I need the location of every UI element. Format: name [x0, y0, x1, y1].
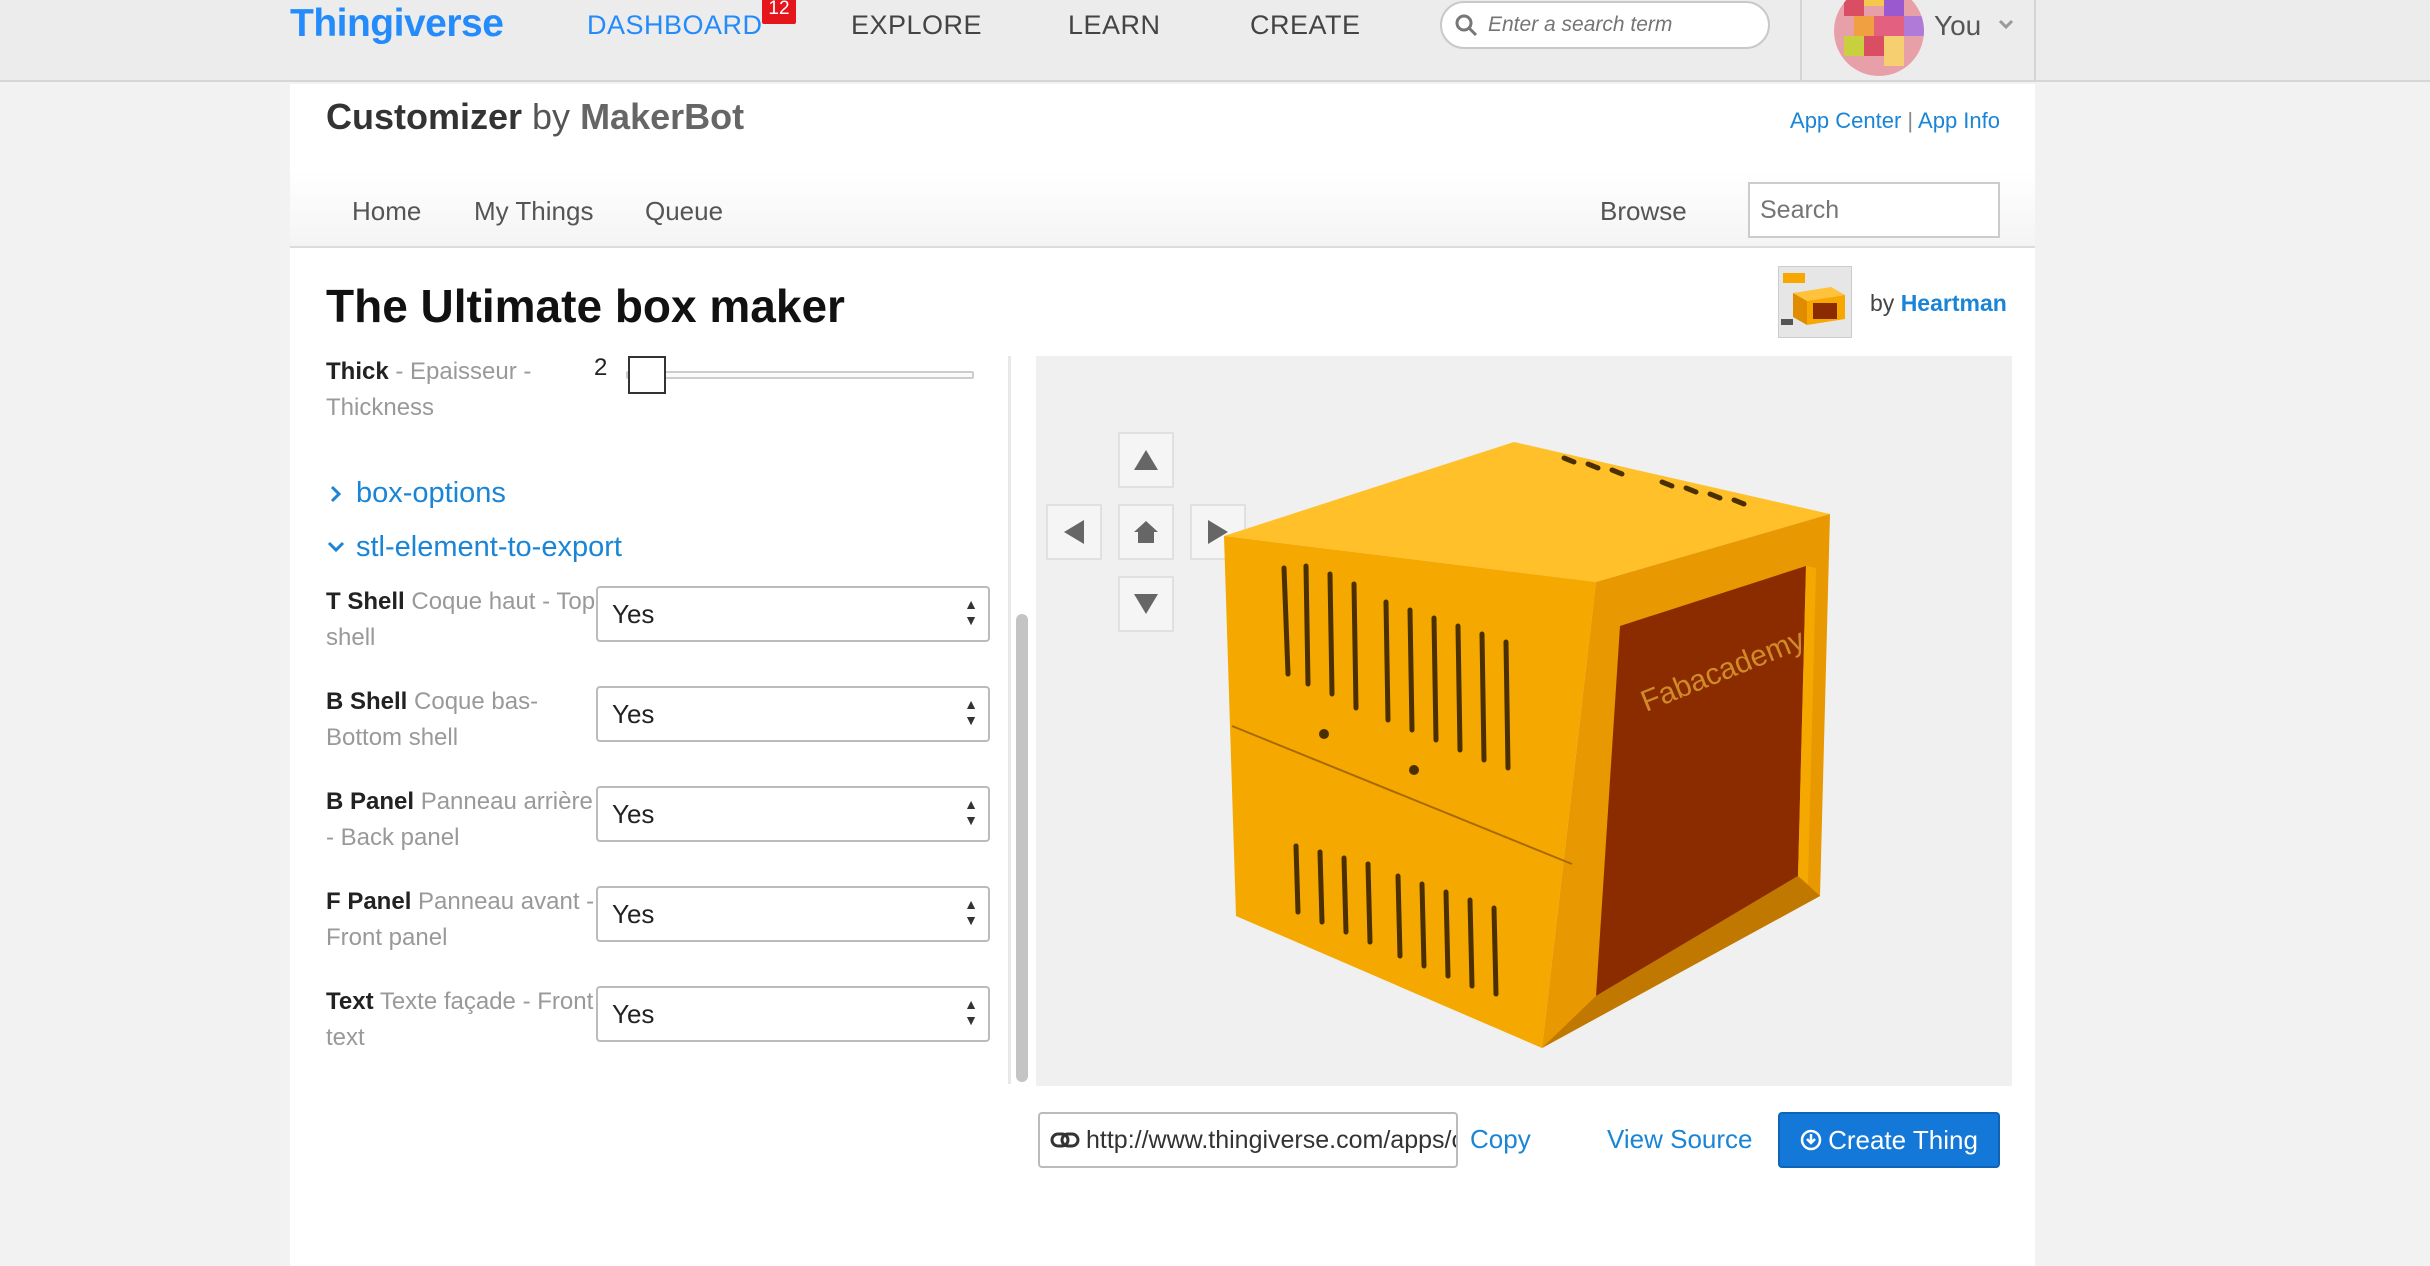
top-navbar: Thingiverse DASHBOARD 12 EXPLORE LEARN C… [0, 0, 2430, 82]
app-title: Customizer by MakerBot [326, 96, 744, 138]
section-box-options-label: box-options [356, 477, 506, 509]
param-name: F Panel [326, 888, 412, 915]
thing-author: by Heartman [1870, 290, 2007, 317]
app-center-link[interactable]: App Center [1790, 108, 1901, 133]
select-arrows-icon: ▲ ▼ [964, 996, 978, 1028]
subnav-queue[interactable]: Queue [645, 196, 723, 227]
param-b-panel-label: B Panel Panneau arrière - Back panel [326, 784, 596, 856]
thing-title: The Ultimate box maker [326, 280, 845, 332]
thick-slider-handle[interactable] [628, 356, 666, 394]
select-value: Yes [612, 699, 655, 729]
param-thick-label: Thick - Epaisseur - Thickness [326, 354, 596, 426]
app-search-input[interactable] [1750, 184, 1998, 236]
text-select[interactable]: Yes ▲ ▼ [596, 986, 990, 1042]
search-icon [1455, 14, 1478, 37]
select-value: Yes [612, 799, 655, 829]
app-info-link[interactable]: App Info [1918, 108, 2000, 133]
chevron-right-icon [330, 486, 342, 503]
param-name: B Shell [326, 688, 408, 715]
param-name: T Shell [326, 588, 405, 615]
box-model-render: Fabacademy [1224, 442, 1830, 1048]
section-box-options[interactable]: box-options [326, 477, 506, 510]
param-t-shell-label: T Shell Coque haut - Top shell [326, 584, 596, 656]
create-thing-button[interactable]: Create Thing [1778, 1112, 2000, 1168]
link-icon [1050, 1132, 1080, 1148]
select-arrows-icon: ▲ ▼ [964, 896, 978, 928]
create-thing-label: Create Thing [1828, 1125, 1978, 1155]
section-stl-export-label: stl-element-to-export [356, 531, 622, 563]
select-value: Yes [612, 599, 655, 629]
subnav-home[interactable]: Home [352, 196, 421, 227]
subnav-browse[interactable]: Browse [1600, 196, 1687, 227]
param-name: Text [326, 988, 374, 1015]
nav-dashboard[interactable]: DASHBOARD [587, 10, 763, 41]
download-icon [1800, 1129, 1822, 1151]
model-viewer[interactable]: Fabacademy [1036, 356, 2012, 1086]
select-arrows-icon: ▲ ▼ [964, 796, 978, 828]
user-menu[interactable]: You [1800, 0, 2036, 82]
copy-link[interactable]: Copy [1470, 1124, 1531, 1155]
customizer-panel: Customizer by MakerBot App Center | App … [290, 84, 2035, 1266]
app-title-by: by [522, 96, 581, 137]
param-text-label: Text Texte façade - Front text [326, 984, 596, 1056]
thick-slider-track[interactable] [626, 371, 974, 379]
app-title-main: Customizer [326, 96, 523, 137]
notification-badge[interactable]: 12 [762, 0, 796, 24]
select-arrows-icon: ▲ ▼ [964, 596, 978, 628]
param-f-panel-label: F Panel Panneau avant - Front panel [326, 884, 596, 956]
app-links: App Center | App Info [1790, 108, 2000, 134]
param-thick-name: Thick [326, 358, 389, 385]
author-link[interactable]: Heartman [1901, 290, 2007, 316]
nav-learn[interactable]: LEARN [1068, 10, 1161, 41]
section-stl-export[interactable]: stl-element-to-export [326, 531, 622, 564]
param-name: B Panel [326, 788, 415, 815]
select-value: Yes [612, 899, 655, 929]
author-by-label: by [1870, 290, 1901, 316]
link-separator: | [1901, 108, 1919, 133]
b-panel-select[interactable]: Yes ▲ ▼ [596, 786, 990, 842]
app-search-box [1748, 182, 2000, 238]
f-panel-select[interactable]: Yes ▲ ▼ [596, 886, 990, 942]
nav-create[interactable]: CREATE [1250, 10, 1361, 41]
app-title-maker[interactable]: MakerBot [580, 96, 744, 137]
global-search-input[interactable] [1488, 11, 1758, 39]
share-url-field[interactable]: http://www.thingiverse.com/apps/customiz… [1038, 1112, 1458, 1168]
nav-explore[interactable]: EXPLORE [851, 10, 982, 41]
t-shell-select[interactable]: Yes ▲ ▼ [596, 586, 990, 642]
view-source-link[interactable]: View Source [1607, 1124, 1753, 1155]
select-arrows-icon: ▲ ▼ [964, 696, 978, 728]
thingiverse-logo[interactable]: Thingiverse [290, 2, 504, 46]
param-thick-value: 2 [594, 354, 608, 381]
subnav-my-things[interactable]: My Things [474, 196, 593, 227]
thing-thumbnail[interactable] [1778, 266, 1852, 338]
share-url-value: http://www.thingiverse.com/apps/customiz… [1086, 1126, 1456, 1154]
avatar[interactable] [1834, 0, 1924, 76]
user-label[interactable]: You [1934, 10, 1981, 42]
select-value: Yes [612, 999, 655, 1029]
panel-divider [1008, 356, 1011, 1084]
chevron-down-icon [327, 542, 345, 553]
params-scrollbar[interactable] [1016, 614, 1028, 1082]
chevron-down-icon[interactable] [1996, 14, 2016, 34]
b-shell-select[interactable]: Yes ▲ ▼ [596, 686, 990, 742]
param-b-shell-label: B Shell Coque bas- Bottom shell [326, 684, 596, 756]
global-search-box [1440, 1, 1770, 49]
